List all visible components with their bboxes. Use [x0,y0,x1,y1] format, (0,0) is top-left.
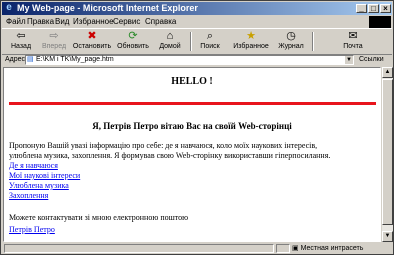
page-content: HELLO ! Я, Петрів Петро вітаю Вас на сво… [3,67,381,242]
page-icon: ▤ [27,56,34,63]
refresh-icon: ⟳ [128,30,138,42]
search-button[interactable]: ⌕ Поиск [195,30,225,53]
home-icon: ⌂ [166,30,174,42]
address-bar: Адрес ▤ E:\KM i TK\My_page.htm ▼ Ссылки [2,54,392,66]
stop-label: Остановить [72,43,112,50]
menu-favorites[interactable]: Избранное [73,16,114,28]
intro-text: Пропоную Вашій увазі інформацію про себе… [9,141,318,150]
menu-help[interactable]: Справка [145,16,176,28]
favorites-label: Избранное [233,43,269,50]
zone-text: Местная интрасеть [300,245,364,252]
forward-arrow-icon: ⇨ [49,30,59,42]
window-title: My Web-page - Microsoft Internet Explore… [17,3,198,13]
status-panel [4,244,274,253]
links-button[interactable]: Ссылки [359,54,384,66]
scroll-thumb[interactable] [382,79,393,225]
maximize-button[interactable]: □ [368,4,379,13]
history-button[interactable]: ◷ Журнал [275,30,307,53]
menu-file[interactable]: Файл [6,16,26,28]
back-arrow-icon: ⇦ [16,30,26,42]
scroll-down-icon[interactable]: ▼ [382,231,393,242]
status-panel [276,244,290,253]
favorites-icon: ★ [246,30,256,42]
favorites-button[interactable]: ★ Избранное [228,30,274,53]
history-label: Журнал [278,43,304,50]
browser-window: e My Web-page - Microsoft Internet Explo… [0,0,394,255]
history-icon: ◷ [286,30,296,42]
toolbar: ⇦ Назад ⇨ Вперед ✖ Остановить ⟳ Обновить… [2,28,392,55]
contact-email-link[interactable]: Петрів Петро [9,225,55,234]
home-label: Домой [159,43,181,50]
address-input[interactable]: ▤ E:\KM i TK\My_page.htm ▼ [25,55,354,65]
link-music[interactable]: Улюблена музика [9,181,69,190]
home-button[interactable]: ⌂ Домой [155,30,185,53]
refresh-label: Обновить [117,43,149,50]
link-hobbies[interactable]: Захоплення [9,191,48,200]
divider [9,102,376,105]
forward-label: Вперед [41,43,67,50]
greeting-heading: Я, Петрів Петро вітаю Вас на своїй Web-с… [92,121,292,131]
close-button[interactable]: × [380,4,391,13]
security-zone-label: ▣ Местная интрасеть [292,243,363,254]
windows-logo-icon [369,16,391,28]
page-heading: HELLO ! [171,76,213,87]
intranet-icon: ▣ [292,245,299,252]
vertical-scrollbar[interactable]: ▲ ▼ [382,67,393,242]
search-icon: ⌕ [206,30,214,42]
address-label: Адрес [5,56,26,63]
refresh-button[interactable]: ⟳ Обновить [114,30,152,53]
contact-text: Можете контактувати зі мною електронною … [9,213,189,222]
toolbar-separator [312,32,314,51]
status-bar: ▣ Местная интрасеть [2,243,392,254]
address-url: E:\KM i TK\My_page.htm [36,56,114,63]
menu-bar: Файл Правка Вид Избранное Сервис Справка [2,16,392,28]
forward-button[interactable]: ⇨ Вперед [39,30,69,53]
link-interests[interactable]: Мої наукові інтереси [9,171,80,180]
ie-logo-icon: e [6,2,12,13]
mail-icon: ✉ [348,30,358,42]
minimize-button[interactable]: _ [356,4,367,13]
scroll-up-icon[interactable]: ▲ [382,67,393,78]
menu-tools[interactable]: Сервис [113,16,140,28]
menu-edit[interactable]: Правка [27,16,54,28]
mail-button[interactable]: ✉ Почта [339,30,367,53]
search-label: Поиск [200,43,220,50]
link-study[interactable]: Де я навчаюся [9,161,58,170]
title-bar[interactable]: e My Web-page - Microsoft Internet Explo… [2,2,392,15]
stop-icon: ✖ [87,30,97,42]
stop-button[interactable]: ✖ Остановить [72,30,112,53]
address-dropdown-icon[interactable]: ▼ [345,56,353,64]
menu-view[interactable]: Вид [55,16,69,28]
intro-text: улюблена музика, захоплення. Я формував … [9,151,331,160]
back-label: Назад [10,43,32,50]
back-button[interactable]: ⇦ Назад [4,30,38,53]
mail-label: Почта [343,43,363,50]
toolbar-separator [190,32,192,51]
